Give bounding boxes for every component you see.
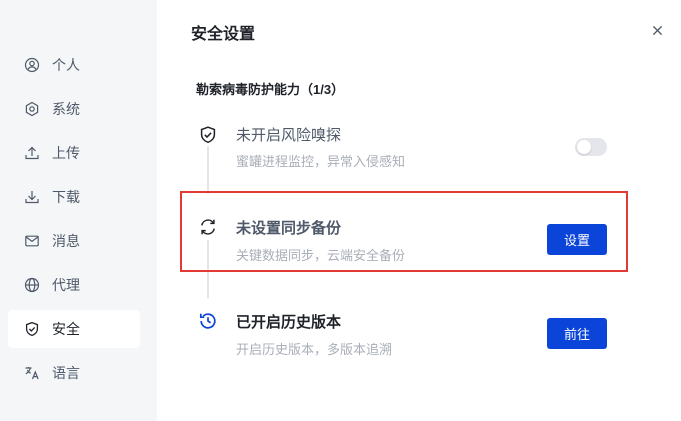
upload-icon <box>24 145 40 161</box>
sidebar: 个人 系统 上传 下载 消息 代理 安全 语言 <box>0 0 157 421</box>
shield-icon <box>24 321 40 337</box>
sidebar-item-upload[interactable]: 上传 <box>8 134 140 172</box>
sidebar-item-label: 语言 <box>52 365 80 381</box>
sidebar-item-personal[interactable]: 个人 <box>8 46 140 84</box>
section-title: 勒索病毒防护能力（1/3） <box>196 82 345 97</box>
sidebar-item-language[interactable]: 语言 <box>8 354 140 392</box>
timeline-connector <box>207 240 209 298</box>
mail-icon <box>24 233 40 249</box>
toggle-knob <box>577 140 591 154</box>
sidebar-item-proxy[interactable]: 代理 <box>8 266 140 304</box>
setup-button[interactable]: 设置 <box>547 224 607 255</box>
feature-subtitle: 蜜罐进程监控，异常入侵感知 <box>236 154 406 169</box>
history-icon <box>197 310 219 332</box>
sidebar-item-label: 系统 <box>52 101 80 117</box>
go-button[interactable]: 前往 <box>547 318 607 349</box>
timeline-connector <box>207 146 209 194</box>
close-icon <box>652 25 663 36</box>
risk-sniffing-toggle[interactable] <box>575 138 607 156</box>
sidebar-item-system[interactable]: 系统 <box>8 90 140 128</box>
shield-check-icon <box>197 124 219 146</box>
gear-icon <box>24 101 40 117</box>
security-settings-panel: 安全设置 勒索病毒防护能力（1/3） 未开启风险嗅探 蜜罐进程监控，异常入侵感知… <box>157 0 681 421</box>
sidebar-item-download[interactable]: 下载 <box>8 178 140 216</box>
sidebar-item-label: 代理 <box>52 277 80 293</box>
sidebar-item-label: 消息 <box>52 233 80 249</box>
sidebar-item-label: 安全 <box>52 321 80 337</box>
sidebar-item-label: 个人 <box>52 57 80 73</box>
feature-title: 未开启风险嗅探 <box>236 127 342 144</box>
sidebar-item-label: 上传 <box>52 145 80 161</box>
download-icon <box>24 189 40 205</box>
feature-subtitle: 关键数据同步，云端安全备份 <box>236 248 406 263</box>
sidebar-item-security[interactable]: 安全 <box>8 310 140 348</box>
globe-icon <box>24 277 40 293</box>
page-title: 安全设置 <box>191 26 256 43</box>
feature-title: 已开启历史版本 <box>236 314 342 331</box>
sidebar-item-messages[interactable]: 消息 <box>8 222 140 260</box>
feature-subtitle: 开启历史版本，多版本追溯 <box>236 342 393 357</box>
sync-icon <box>197 216 219 238</box>
feature-title: 未设置同步备份 <box>236 220 342 237</box>
user-icon <box>24 57 40 73</box>
sidebar-item-label: 下载 <box>52 189 80 205</box>
close-button[interactable] <box>647 20 667 40</box>
language-icon <box>24 365 40 381</box>
